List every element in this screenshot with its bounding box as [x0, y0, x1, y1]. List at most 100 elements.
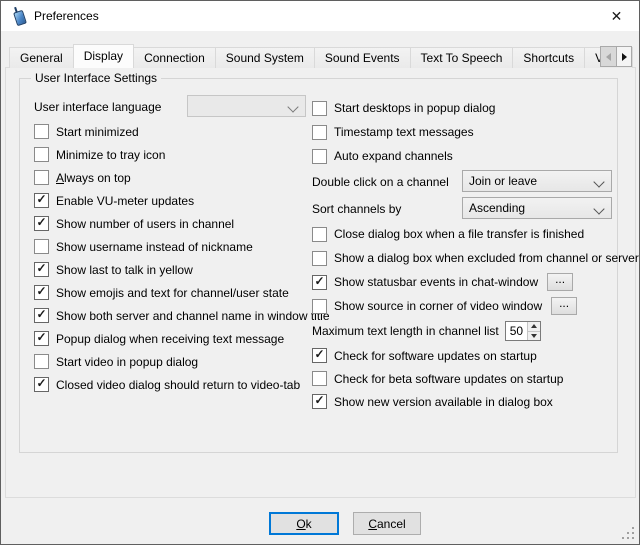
server-channel-title-checkbox[interactable]: [34, 308, 49, 323]
new-version-dialog-checkbox[interactable]: [312, 394, 327, 409]
title-bar[interactable]: Preferences ✕: [1, 1, 639, 31]
row-statusbar-events: Show statusbar events in chat-window ...: [312, 270, 613, 294]
video-source-browse-button[interactable]: ...: [551, 297, 577, 315]
language-row: User interface language: [34, 94, 319, 120]
tab-shortcuts[interactable]: Shortcuts: [512, 47, 585, 68]
always-on-top-checkbox[interactable]: [34, 170, 49, 185]
excluded-dialog-checkbox[interactable]: [312, 251, 327, 266]
row-excluded-dialog: Show a dialog box when excluded from cha…: [312, 246, 613, 270]
statusbar-events-browse-button[interactable]: ...: [547, 273, 573, 291]
start-minimized-checkbox[interactable]: [34, 124, 49, 139]
max-text-length-row: Maximum text length in channel list 50: [312, 318, 613, 344]
checkbox-label: Show emojis and text for channel/user st…: [56, 286, 289, 300]
close-file-transfer-checkbox[interactable]: [312, 227, 327, 242]
checkbox-label: Close dialog box when a file transfer is…: [334, 227, 584, 241]
row-new-version-dialog: Show new version available in dialog box: [312, 390, 613, 413]
right-column: Start desktops in popup dialog Timestamp…: [312, 96, 613, 413]
video-popup-checkbox[interactable]: [34, 354, 49, 369]
resize-grip[interactable]: [622, 527, 634, 539]
window-title: Preferences: [34, 9, 99, 23]
row-auto-expand: Auto expand channels: [312, 144, 613, 168]
tab-label: Display: [84, 49, 123, 63]
checkbox-label: Auto expand channels: [334, 149, 453, 163]
tab-connection[interactable]: Connection: [133, 47, 216, 68]
tab-scroll-right-button[interactable]: [616, 46, 632, 67]
closed-video-return-checkbox[interactable]: [34, 377, 49, 392]
tab-bar: General Display Connection Sound System …: [9, 44, 633, 68]
tab-label: Sound Events: [325, 51, 400, 65]
row-user-count: Show number of users in channel: [34, 212, 319, 235]
tab-display[interactable]: Display: [73, 44, 134, 68]
minimize-to-tray-checkbox[interactable]: [34, 147, 49, 162]
timestamp-checkbox[interactable]: [312, 125, 327, 140]
tab-general[interactable]: General: [9, 47, 74, 68]
tab-scroll-buttons: [600, 46, 632, 67]
row-always-on-top: Always on top: [34, 166, 319, 189]
checkbox-label: Show number of users in channel: [56, 217, 234, 231]
close-button[interactable]: ✕: [594, 1, 639, 31]
groupbox-title: User Interface Settings: [31, 71, 161, 85]
tab-label: Sound System: [226, 51, 304, 65]
checkbox-label: Check for software updates on startup: [334, 349, 537, 363]
check-beta-updates-checkbox[interactable]: [312, 371, 327, 386]
show-emojis-checkbox[interactable]: [34, 285, 49, 300]
cancel-button[interactable]: Cancel: [353, 512, 421, 535]
vu-meter-updates-checkbox[interactable]: [34, 193, 49, 208]
row-video-popup: Start video in popup dialog: [34, 350, 319, 373]
last-to-talk-checkbox[interactable]: [34, 262, 49, 277]
sort-channels-row: Sort channels by Ascending: [312, 195, 613, 222]
chevron-down-icon: [287, 101, 298, 112]
row-minimize-to-tray: Minimize to tray icon: [34, 143, 319, 166]
desktops-popup-checkbox[interactable]: [312, 101, 327, 116]
row-desktops-popup: Start desktops in popup dialog: [312, 96, 613, 120]
checkbox-label: Show last to talk in yellow: [56, 263, 193, 277]
auto-expand-checkbox[interactable]: [312, 149, 327, 164]
checkbox-label: Show both server and channel name in win…: [56, 309, 330, 323]
spinner-down-icon[interactable]: [528, 332, 540, 341]
max-text-length-spinner[interactable]: 50: [505, 321, 541, 341]
double-click-label: Double click on a channel: [312, 175, 449, 189]
tab-text-to-speech[interactable]: Text To Speech: [410, 47, 514, 68]
show-user-count-checkbox[interactable]: [34, 216, 49, 231]
tab-sound-system[interactable]: Sound System: [215, 47, 315, 68]
sort-channels-select[interactable]: Ascending: [462, 197, 612, 219]
checkbox-label: Show a dialog box when excluded from cha…: [334, 251, 639, 265]
checkbox-label: Check for beta software updates on start…: [334, 372, 563, 386]
check-updates-checkbox[interactable]: [312, 348, 327, 363]
row-check-beta-updates: Check for beta software updates on start…: [312, 367, 613, 390]
row-username-nickname: Show username instead of nickname: [34, 235, 319, 258]
show-username-checkbox[interactable]: [34, 239, 49, 254]
chevron-down-icon: [593, 203, 604, 214]
checkbox-label: Show username instead of nickname: [56, 240, 253, 254]
tab-sound-events[interactable]: Sound Events: [314, 47, 411, 68]
checkbox-label: Show new version available in dialog box: [334, 395, 553, 409]
ok-button[interactable]: Ok: [269, 512, 339, 535]
checkbox-label: Start video in popup dialog: [56, 355, 198, 369]
double-click-select[interactable]: Join or leave: [462, 170, 612, 192]
checkbox-label: Enable VU-meter updates: [56, 194, 194, 208]
sort-channels-value: Ascending: [469, 201, 525, 215]
double-click-value: Join or leave: [469, 174, 537, 188]
tab-scroll-left-button[interactable]: [600, 46, 616, 67]
row-start-minimized: Start minimized: [34, 120, 319, 143]
preferences-dialog: Preferences ✕ General Display Connection…: [0, 0, 640, 545]
ok-button-label: Ok: [296, 517, 311, 531]
row-video-source-corner: Show source in corner of video window ..…: [312, 294, 613, 318]
popup-text-message-checkbox[interactable]: [34, 331, 49, 346]
tab-label: Text To Speech: [421, 51, 503, 65]
chevron-down-icon: [593, 176, 604, 187]
app-icon-body: [13, 10, 27, 26]
spinner-up-icon[interactable]: [528, 322, 540, 332]
row-window-title: Show both server and channel name in win…: [34, 304, 319, 327]
double-click-row: Double click on a channel Join or leave: [312, 168, 613, 195]
video-source-corner-checkbox[interactable]: [312, 299, 327, 314]
cancel-button-label: Cancel: [368, 517, 405, 531]
statusbar-events-checkbox[interactable]: [312, 275, 327, 290]
tab-label: Shortcuts: [523, 51, 574, 65]
language-select[interactable]: [187, 95, 306, 117]
checkbox-label: Closed video dialog should return to vid…: [56, 378, 300, 392]
language-label: User interface language: [34, 100, 161, 114]
app-icon: [11, 7, 27, 24]
checkbox-label: Minimize to tray icon: [56, 148, 165, 162]
row-last-to-talk: Show last to talk in yellow: [34, 258, 319, 281]
